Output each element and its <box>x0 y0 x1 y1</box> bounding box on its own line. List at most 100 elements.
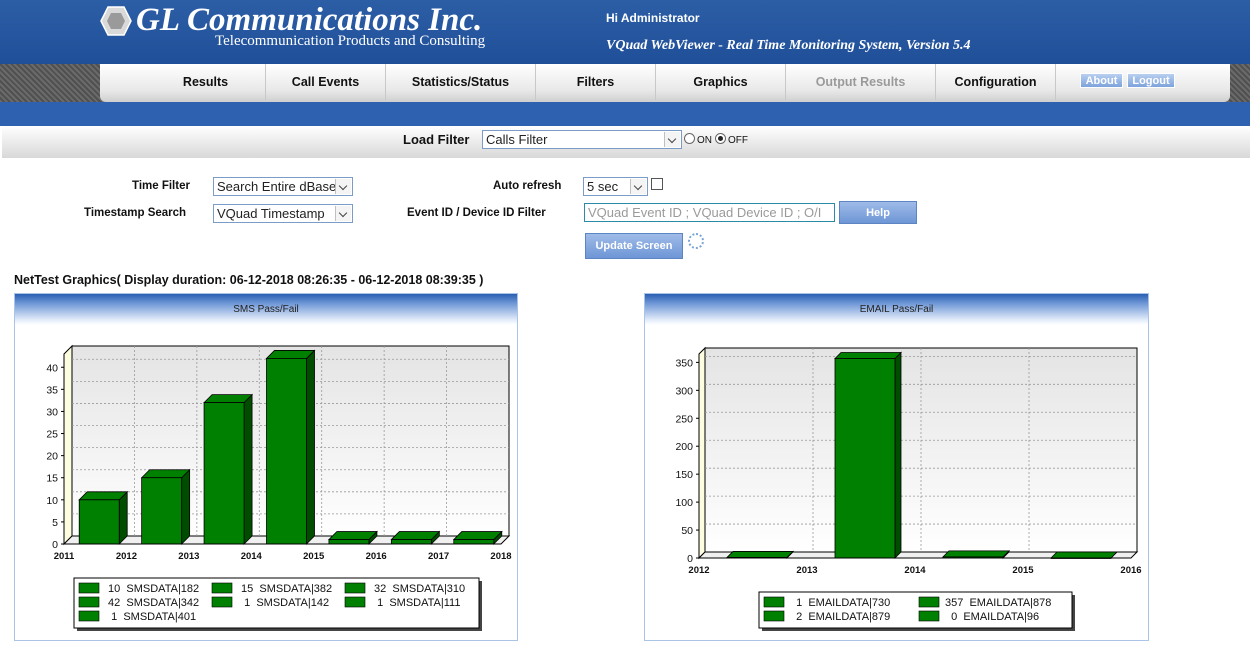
x-tick-label: 2012 <box>116 551 137 562</box>
timestamp-search-value: VQuad Timestamp <box>217 206 325 221</box>
filter-on-label: ON <box>697 135 712 146</box>
timestamp-search-label: Timestamp Search <box>84 207 187 219</box>
x-tick-label: 2012 <box>688 565 709 576</box>
bar-top <box>140 469 191 479</box>
legend-swatch <box>918 596 940 608</box>
bar-2017 <box>390 539 432 545</box>
bar-2018 <box>453 539 495 545</box>
chevron-down-icon <box>630 179 646 194</box>
x-tick-label: 2013 <box>796 565 817 576</box>
legend-entry: 10 SMSDATA|182 <box>105 583 199 595</box>
bar-top <box>1050 551 1118 559</box>
y-tick-label: 10 <box>46 495 58 507</box>
y-tick-label: 150 <box>675 469 693 481</box>
load-filter-value: Calls Filter <box>486 132 548 147</box>
bar-top <box>78 491 129 501</box>
x-tick-label: 2014 <box>904 565 926 576</box>
user-greeting: Hi Administrator <box>606 11 700 25</box>
chart-side-wall <box>698 346 706 560</box>
y-tick-label: 100 <box>675 497 693 509</box>
bar-side <box>118 490 128 545</box>
bar-top <box>265 350 316 359</box>
load-filter-select[interactable]: Calls Filter <box>482 130 682 149</box>
bar-side <box>306 349 315 545</box>
bar-top <box>452 531 503 540</box>
bar-top <box>390 531 441 540</box>
chart-side-wall <box>63 344 73 546</box>
legend-swatch <box>344 596 366 608</box>
nav-filters[interactable]: Filters <box>536 64 656 100</box>
legend-entry: 1 EMAILDATA|730 <box>790 597 890 609</box>
email-chart-title: EMAIL Pass/Fail <box>645 294 1148 325</box>
email-chart: 0 50 100 150 200 250 300 350 2012 2013 2014 2015 201… <box>675 346 1142 631</box>
bar-2016 <box>328 539 370 545</box>
y-tick-label: 20 <box>46 451 58 463</box>
timestamp-search-select[interactable]: VQuad Timestamp <box>213 204 353 223</box>
y-tick-label: 30 <box>46 406 58 418</box>
header-strip <box>0 102 1250 126</box>
nav-graphics[interactable]: Graphics <box>656 64 786 100</box>
event-filter-input[interactable] <box>584 203 835 222</box>
legend-swatch <box>918 610 940 622</box>
chevron-down-icon <box>664 132 680 147</box>
y-tick-label: 25 <box>46 429 58 441</box>
legend-entry: 1 SMSDATA|111 <box>371 597 460 609</box>
x-tick-label: 2017 <box>428 551 449 562</box>
bar-2015 <box>266 358 307 545</box>
bar-top <box>726 551 794 558</box>
legend-swatch <box>763 610 785 622</box>
bar-2014 <box>203 402 245 545</box>
x-tick-label: 2016 <box>366 551 387 562</box>
help-button[interactable]: Help <box>839 201 917 224</box>
filter-on-radio[interactable] <box>684 133 695 144</box>
update-screen-button[interactable]: Update Screen <box>585 233 683 259</box>
legend-entry: 1 SMSDATA|142 <box>238 597 329 609</box>
bar-side <box>894 351 902 559</box>
y-tick-label: 35 <box>46 384 58 396</box>
bar-top <box>327 531 378 540</box>
x-tick-label: 2015 <box>303 551 325 562</box>
nav-configuration[interactable]: Configuration <box>936 64 1056 100</box>
x-tick-label: 2016 <box>1120 565 1141 576</box>
legend-swatch <box>78 596 100 608</box>
y-tick-label: 200 <box>675 441 693 453</box>
legend-entry: 0 EMAILDATA|96 <box>945 611 1039 623</box>
legend-swatch <box>763 596 785 608</box>
filter-off-radio[interactable] <box>715 133 726 144</box>
legend-swatch <box>211 596 233 608</box>
nav-results[interactable]: Results <box>146 64 266 100</box>
nav-output-results[interactable]: Output Results <box>786 64 936 100</box>
app-title: VQuad WebViewer - Real Time Monitoring S… <box>606 38 971 53</box>
x-tick-label: 2011 <box>54 551 75 562</box>
legend-swatch <box>211 582 233 594</box>
y-tick-label: 50 <box>681 525 693 537</box>
legend-swatch <box>78 610 100 622</box>
auto-refresh-select[interactable]: 5 sec <box>583 177 648 196</box>
bar-2014 <box>834 358 896 559</box>
legend-entry: 357 EMAILDATA|878 <box>945 597 1051 609</box>
about-button[interactable]: About <box>1080 73 1123 88</box>
y-tick-label: 0 <box>52 539 58 551</box>
event-filter-label: Event ID / Device ID Filter <box>407 207 546 219</box>
x-tick-label: 2014 <box>241 551 263 562</box>
auto-refresh-checkbox[interactable] <box>651 178 663 190</box>
logout-button[interactable]: Logout <box>1127 73 1175 88</box>
logo-hex-icon <box>100 6 132 36</box>
bar-side <box>243 393 253 545</box>
auto-refresh-value: 5 sec <box>587 179 619 194</box>
nav-statistics-status[interactable]: Statistics/Status <box>386 64 536 100</box>
x-tick-label: 2015 <box>1012 565 1034 576</box>
y-tick-label: 5 <box>52 517 58 529</box>
legend-swatch <box>78 582 100 594</box>
nav-call-events[interactable]: Call Events <box>266 64 386 100</box>
sms-chart-title: SMS Pass/Fail <box>15 294 517 325</box>
sms-chart: 0 5 10 15 20 25 30 35 40 2011 2012 2013 2014 2015 2016… <box>46 344 512 631</box>
graphics-title: NetTest Graphics( Display duration: 06-1… <box>14 273 484 287</box>
auto-refresh-label: Auto refresh <box>493 180 562 192</box>
x-tick-label: 2018 <box>490 551 511 562</box>
y-tick-label: 350 <box>675 357 693 369</box>
y-tick-label: 15 <box>46 473 58 485</box>
bar-2013 <box>141 477 183 545</box>
time-filter-select[interactable]: Search Entire dBase <box>213 177 353 196</box>
chevron-down-icon <box>335 179 351 194</box>
